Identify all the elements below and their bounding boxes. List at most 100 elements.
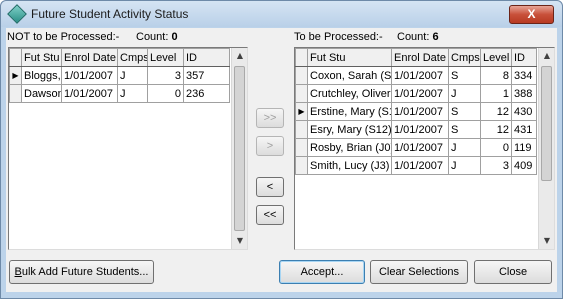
column-header-level[interactable]: Level bbox=[480, 48, 512, 67]
table-row[interactable]: Coxon, Sarah (S8 1/01/2007 S 8 334 bbox=[295, 66, 537, 85]
cell-enrol-date[interactable]: 1/01/2007 bbox=[391, 156, 449, 175]
cell-cmps[interactable]: J bbox=[117, 66, 148, 85]
not-processed-grid[interactable]: Fut Stu Enrol Date Cmps Level ID ▶ Bloggs… bbox=[8, 47, 248, 250]
cell-enrol-date[interactable]: 1/01/2007 bbox=[391, 138, 449, 157]
column-header-cmps[interactable]: Cmps bbox=[448, 48, 481, 67]
right-vertical-scrollbar[interactable]: ▲ ▼ bbox=[538, 48, 554, 249]
accept-button[interactable]: Accept... bbox=[279, 260, 365, 284]
row-selector[interactable] bbox=[295, 66, 308, 85]
cell-level[interactable]: 3 bbox=[480, 156, 512, 175]
left-vertical-scrollbar[interactable]: ▲ ▼ bbox=[231, 48, 247, 249]
header-corner bbox=[295, 48, 308, 67]
cell-enrol-date[interactable]: 1/01/2007 bbox=[391, 102, 449, 121]
current-row-arrow-icon[interactable]: ▶ bbox=[9, 66, 22, 85]
scroll-down-arrow-icon[interactable]: ▼ bbox=[232, 233, 247, 249]
window-close-button[interactable]: X bbox=[509, 5, 554, 24]
scroll-down-arrow-icon[interactable]: ▼ bbox=[539, 233, 554, 249]
column-header-id[interactable]: ID bbox=[183, 48, 230, 67]
table-row[interactable]: Rosby, Brian (J0) 1/01/2007 J 0 119 bbox=[295, 138, 537, 157]
clear-selections-button[interactable]: Clear Selections bbox=[370, 260, 468, 284]
cell-cmps[interactable]: J bbox=[448, 138, 481, 157]
scroll-up-arrow-icon[interactable]: ▲ bbox=[539, 48, 554, 64]
row-selector[interactable] bbox=[295, 138, 308, 157]
cell-enrol-date[interactable]: 1/01/2007 bbox=[61, 66, 118, 85]
cell-enrol-date[interactable]: 1/01/2007 bbox=[391, 120, 449, 139]
column-header-level[interactable]: Level bbox=[147, 48, 184, 67]
cell-cmps[interactable]: J bbox=[117, 84, 148, 103]
cell-fut-stu[interactable]: Rosby, Brian (J0) bbox=[307, 138, 392, 157]
cell-level[interactable]: 0 bbox=[147, 84, 184, 103]
window-title: Future Student Activity Status bbox=[31, 7, 189, 21]
row-selector[interactable] bbox=[295, 156, 308, 175]
column-header-enrol-date[interactable]: Enrol Date bbox=[391, 48, 449, 67]
move-left-button[interactable]: < bbox=[256, 177, 284, 197]
right-scroll-thumb[interactable] bbox=[541, 66, 552, 181]
left-scroll-thumb[interactable] bbox=[234, 66, 245, 231]
row-selector[interactable] bbox=[295, 120, 308, 139]
to-be-processed-grid[interactable]: Fut Stu Enrol Date Cmps Level ID Coxon, … bbox=[294, 47, 555, 250]
cell-id[interactable]: 388 bbox=[511, 84, 537, 103]
cell-cmps[interactable]: S bbox=[448, 102, 481, 121]
row-selector[interactable] bbox=[9, 84, 22, 103]
cell-id[interactable]: 357 bbox=[183, 66, 230, 85]
cell-enrol-date[interactable]: 1/01/2007 bbox=[391, 84, 449, 103]
move-all-right-button[interactable]: >> bbox=[256, 108, 284, 128]
column-header-cmps[interactable]: Cmps bbox=[117, 48, 148, 67]
left-count: Count: 0 bbox=[136, 31, 178, 43]
cell-id[interactable]: 409 bbox=[511, 156, 537, 175]
column-header-enrol-date[interactable]: Enrol Date bbox=[61, 48, 118, 67]
bulk-add-future-students-button[interactable]: Bulk Add Future Students... bbox=[9, 260, 154, 284]
right-count-label: Count: bbox=[397, 31, 430, 43]
cell-id[interactable]: 236 bbox=[183, 84, 230, 103]
column-header-fut-stu[interactable]: Fut Stu bbox=[21, 48, 62, 67]
close-button[interactable]: Close bbox=[474, 260, 552, 284]
cell-enrol-date[interactable]: 1/01/2007 bbox=[61, 84, 118, 103]
table-row[interactable]: ▶ Erstine, Mary (S1 1/01/2007 S 12 430 bbox=[295, 102, 537, 121]
cell-fut-stu[interactable]: Coxon, Sarah (S8 bbox=[307, 66, 392, 85]
cell-level[interactable]: 8 bbox=[480, 66, 512, 85]
dialog-body: NOT to be Processed:- Count: 0 To be Pro… bbox=[6, 28, 557, 292]
to-be-processed-rows: Coxon, Sarah (S8 1/01/2007 S 8 334 Crutchley,… bbox=[295, 66, 537, 175]
move-right-button[interactable]: > bbox=[256, 136, 284, 156]
cell-fut-stu[interactable]: Esry, Mary (S12) bbox=[307, 120, 392, 139]
cell-id[interactable]: 119 bbox=[511, 138, 537, 157]
column-header-fut-stu[interactable]: Fut Stu bbox=[307, 48, 392, 67]
table-row[interactable]: Esry, Mary (S12) 1/01/2007 S 12 431 bbox=[295, 120, 537, 139]
column-header-id[interactable]: ID bbox=[511, 48, 537, 67]
table-row[interactable]: ▶ Bloggs, 1/01/2007 J 3 357 bbox=[9, 66, 230, 85]
row-selector[interactable] bbox=[295, 84, 308, 103]
scroll-up-arrow-icon[interactable]: ▲ bbox=[232, 48, 247, 64]
table-row[interactable]: Dawson 1/01/2007 J 0 236 bbox=[9, 84, 230, 103]
cell-cmps[interactable]: S bbox=[448, 120, 481, 139]
cell-id[interactable]: 334 bbox=[511, 66, 537, 85]
cell-level[interactable]: 3 bbox=[147, 66, 184, 85]
cell-id[interactable]: 430 bbox=[511, 102, 537, 121]
left-count-value: 0 bbox=[171, 31, 178, 43]
table-row[interactable]: Crutchley, Oliver 1/01/2007 J 1 388 bbox=[295, 84, 537, 103]
to-be-processed-table: Fut Stu Enrol Date Cmps Level ID Coxon, … bbox=[295, 48, 537, 175]
cell-id[interactable]: 431 bbox=[511, 120, 537, 139]
app-diamond-icon bbox=[7, 4, 27, 24]
current-row-arrow-icon[interactable]: ▶ bbox=[295, 102, 308, 121]
cell-fut-stu[interactable]: Erstine, Mary (S1 bbox=[307, 102, 392, 121]
cell-cmps[interactable]: J bbox=[448, 84, 481, 103]
cell-fut-stu[interactable]: Bloggs, bbox=[21, 66, 62, 85]
cell-level[interactable]: 12 bbox=[480, 120, 512, 139]
table-header-row: Fut Stu Enrol Date Cmps Level ID bbox=[295, 48, 537, 67]
cell-enrol-date[interactable]: 1/01/2007 bbox=[391, 66, 449, 85]
right-count: Count: 6 bbox=[397, 31, 439, 43]
cell-level[interactable]: 1 bbox=[480, 84, 512, 103]
not-processed-table: Fut Stu Enrol Date Cmps Level ID ▶ Bloggs… bbox=[9, 48, 230, 103]
cell-level[interactable]: 12 bbox=[480, 102, 512, 121]
cell-fut-stu[interactable]: Crutchley, Oliver bbox=[307, 84, 392, 103]
table-row[interactable]: Smith, Lucy (J3) 1/01/2007 J 3 409 bbox=[295, 156, 537, 175]
cell-cmps[interactable]: J bbox=[448, 156, 481, 175]
cell-level[interactable]: 0 bbox=[480, 138, 512, 157]
bulk-add-label: Bulk Add Future Students... bbox=[14, 266, 149, 278]
header-corner bbox=[9, 48, 22, 67]
cell-cmps[interactable]: S bbox=[448, 66, 481, 85]
cell-fut-stu[interactable]: Dawson bbox=[21, 84, 62, 103]
title-bar[interactable]: Future Student Activity Status X bbox=[1, 1, 562, 27]
move-all-left-button[interactable]: << bbox=[256, 205, 284, 225]
cell-fut-stu[interactable]: Smith, Lucy (J3) bbox=[307, 156, 392, 175]
